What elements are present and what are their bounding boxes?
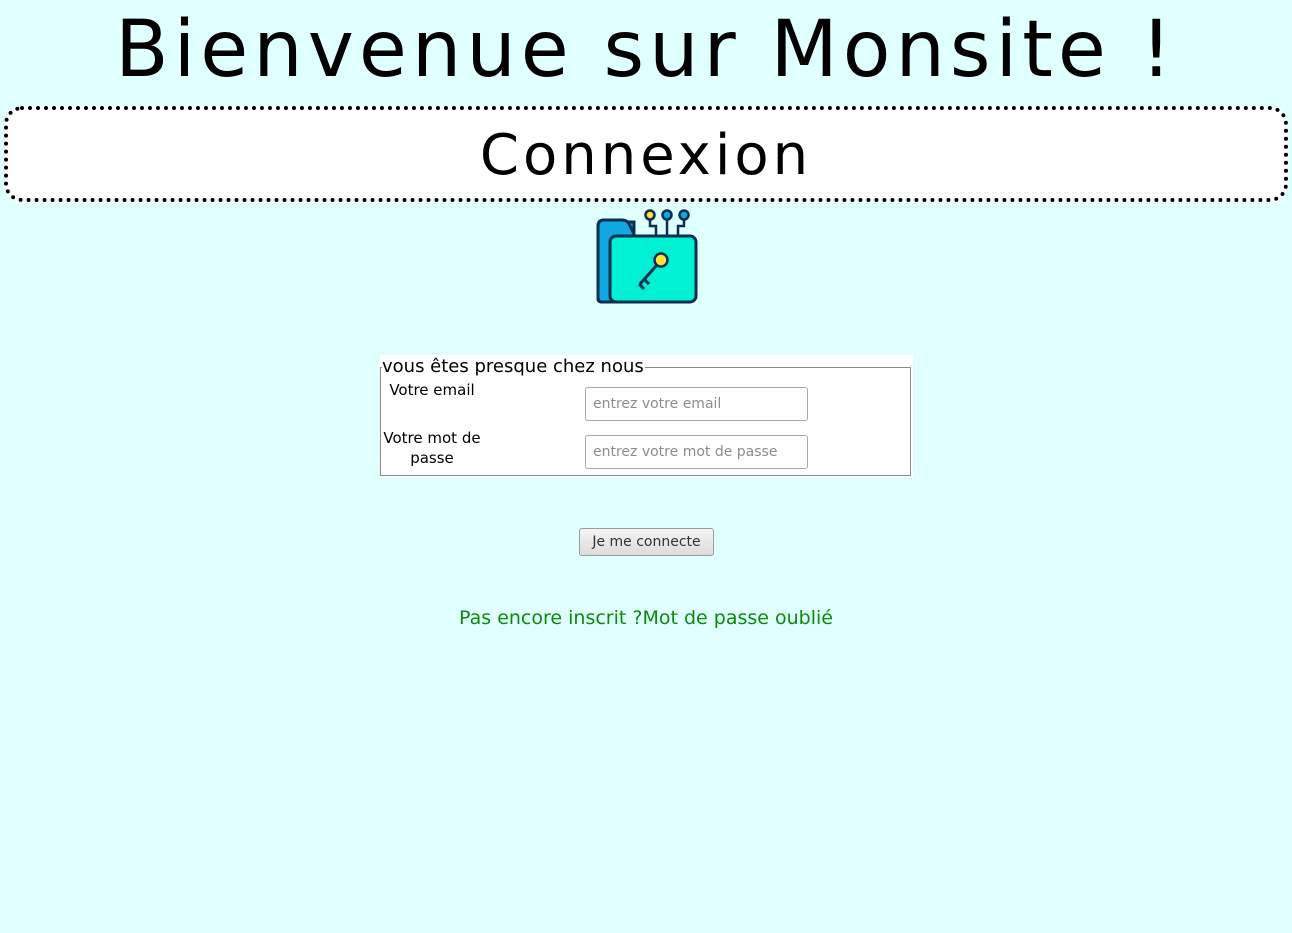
login-button[interactable]: Je me connecte xyxy=(579,528,714,556)
register-link[interactable]: Pas encore inscrit ? xyxy=(459,607,642,629)
folder-key-icon xyxy=(596,209,698,304)
auth-links: Pas encore inscrit ?Mot de passe oublié xyxy=(0,605,1292,631)
login-banner: Connexion xyxy=(4,106,1288,202)
form-legend: vous êtes presque chez nous xyxy=(382,356,645,378)
forgot-password-link[interactable]: Mot de passe oublié xyxy=(642,607,833,629)
circuit-node xyxy=(644,209,656,221)
email-field[interactable] xyxy=(585,387,808,421)
login-page: Bienvenue sur Monsite ! Connexion vous ê… xyxy=(0,0,1292,933)
circuit-node xyxy=(678,209,690,221)
email-label: Votre email xyxy=(389,381,475,399)
password-field[interactable] xyxy=(585,435,808,469)
password-label: Votre mot de passe xyxy=(383,429,481,467)
site-title: Bienvenue sur Monsite ! xyxy=(115,5,1177,95)
section-title: Connexion xyxy=(479,123,813,188)
circuit-node xyxy=(661,209,673,221)
login-form: vous êtes presque chez nous Votre email … xyxy=(380,355,913,477)
